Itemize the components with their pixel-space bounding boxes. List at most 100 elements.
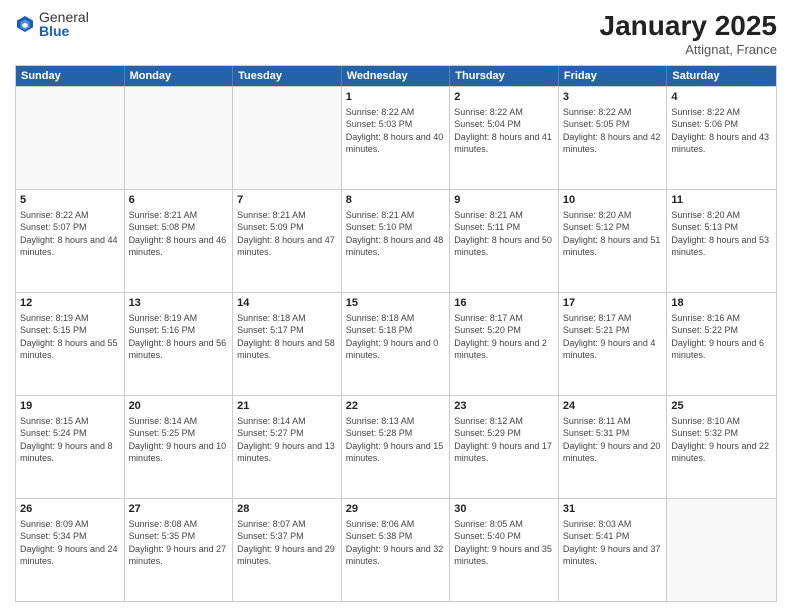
day-number: 16 [454,296,554,310]
day-number: 2 [454,90,554,104]
empty-cell-0-1 [125,87,234,189]
day-info: Sunrise: 8:21 AM Sunset: 5:10 PM Dayligh… [346,209,446,258]
logo-blue-text: Blue [39,24,89,38]
day-cell-8: 8Sunrise: 8:21 AM Sunset: 5:10 PM Daylig… [342,190,451,292]
weekday-friday: Friday [559,66,668,86]
day-info: Sunrise: 8:16 AM Sunset: 5:22 PM Dayligh… [671,312,772,361]
day-info: Sunrise: 8:06 AM Sunset: 5:38 PM Dayligh… [346,518,446,567]
weekday-wednesday: Wednesday [342,66,451,86]
day-number: 14 [237,296,337,310]
week-row-4: 26 Sunrise: 8:09 AM Sunset: 5:34 PM Dayli… [16,498,776,601]
weekday-saturday: Saturday [667,66,776,86]
day-number: 28 [237,502,337,516]
day-info: Sunrise: 8:10 AM Sunset: 5:32 PM Dayligh… [671,415,772,464]
day-cell-5: 5Sunrise: 8:22 AM Sunset: 5:07 PM Daylig… [16,190,125,292]
day-info: Sunrise: 8:21 AM Sunset: 5:09 PM Dayligh… [237,209,337,258]
day-cell-9: 9 Sunrise: 8:21 AM Sunset: 5:11 PM Daylig… [450,190,559,292]
day-info: Sunrise: 8:19 AM Sunset: 5:15 PM Dayligh… [20,312,120,361]
day-number: 6 [129,193,229,207]
day-number: 15 [346,296,446,310]
week-row-0: 1Sunrise: 8:22 AM Sunset: 5:03 PM Daylig… [16,86,776,189]
day-number: 20 [129,399,229,413]
weekday-thursday: Thursday [450,66,559,86]
day-number: 26 [20,502,120,516]
day-info: Sunrise: 8:03 AM Sunset: 5:41 PM Dayligh… [563,518,663,567]
day-cell-22: 22Sunrise: 8:13 AM Sunset: 5:28 PM Dayli… [342,396,451,498]
day-info: Sunrise: 8:09 AM Sunset: 5:34 PM Dayligh… [20,518,120,567]
day-cell-24: 24 Sunrise: 8:11 AM Sunset: 5:31 PM Dayli… [559,396,668,498]
day-info: Sunrise: 8:14 AM Sunset: 5:27 PM Dayligh… [237,415,337,464]
day-number: 17 [563,296,663,310]
day-number: 27 [129,502,229,516]
day-number: 24 [563,399,663,413]
weekday-sunday: Sunday [16,66,125,86]
day-info: Sunrise: 8:07 AM Sunset: 5:37 PM Dayligh… [237,518,337,567]
calendar-body: 1Sunrise: 8:22 AM Sunset: 5:03 PM Daylig… [16,86,776,601]
day-cell-15: 15Sunrise: 8:18 AM Sunset: 5:18 PM Dayli… [342,293,451,395]
day-cell-6: 6 Sunrise: 8:21 AM Sunset: 5:08 PM Daylig… [125,190,234,292]
logo-icon [15,14,35,34]
weekday-tuesday: Tuesday [233,66,342,86]
day-cell-10: 10 Sunrise: 8:20 AM Sunset: 5:12 PM Dayli… [559,190,668,292]
month-title: January 2025 [600,10,777,42]
day-info: Sunrise: 8:19 AM Sunset: 5:16 PM Dayligh… [129,312,229,361]
day-number: 21 [237,399,337,413]
day-cell-2: 2 Sunrise: 8:22 AM Sunset: 5:04 PM Daylig… [450,87,559,189]
day-cell-30: 30Sunrise: 8:05 AM Sunset: 5:40 PM Dayli… [450,499,559,601]
day-info: Sunrise: 8:20 AM Sunset: 5:13 PM Dayligh… [671,209,772,258]
week-row-1: 5Sunrise: 8:22 AM Sunset: 5:07 PM Daylig… [16,189,776,292]
day-number: 4 [671,90,772,104]
day-cell-11: 11Sunrise: 8:20 AM Sunset: 5:13 PM Dayli… [667,190,776,292]
header: General Blue January 2025 Attignat, Fran… [15,10,777,57]
week-row-2: 12 Sunrise: 8:19 AM Sunset: 5:15 PM Dayli… [16,292,776,395]
weekday-monday: Monday [125,66,234,86]
day-info: Sunrise: 8:21 AM Sunset: 5:08 PM Dayligh… [129,209,229,258]
day-info: Sunrise: 8:22 AM Sunset: 5:05 PM Dayligh… [563,106,663,155]
day-number: 12 [20,296,120,310]
day-cell-25: 25 Sunrise: 8:10 AM Sunset: 5:32 PM Dayli… [667,396,776,498]
day-number: 25 [671,399,772,413]
day-number: 9 [454,193,554,207]
day-info: Sunrise: 8:21 AM Sunset: 5:11 PM Dayligh… [454,209,554,258]
day-info: Sunrise: 8:11 AM Sunset: 5:31 PM Dayligh… [563,415,663,464]
logo: General Blue [15,10,89,38]
day-cell-16: 16 Sunrise: 8:17 AM Sunset: 5:20 PM Dayli… [450,293,559,395]
page: General Blue January 2025 Attignat, Fran… [0,0,792,612]
day-info: Sunrise: 8:22 AM Sunset: 5:04 PM Dayligh… [454,106,554,155]
day-cell-17: 17 Sunrise: 8:17 AM Sunset: 5:21 PM Dayli… [559,293,668,395]
day-cell-28: 28 Sunrise: 8:07 AM Sunset: 5:37 PM Dayli… [233,499,342,601]
day-cell-20: 20Sunrise: 8:14 AM Sunset: 5:25 PM Dayli… [125,396,234,498]
day-info: Sunrise: 8:18 AM Sunset: 5:17 PM Dayligh… [237,312,337,361]
day-cell-12: 12 Sunrise: 8:19 AM Sunset: 5:15 PM Dayli… [16,293,125,395]
day-cell-13: 13Sunrise: 8:19 AM Sunset: 5:16 PM Dayli… [125,293,234,395]
day-info: Sunrise: 8:15 AM Sunset: 5:24 PM Dayligh… [20,415,120,464]
location: Attignat, France [600,42,777,57]
day-number: 29 [346,502,446,516]
day-info: Sunrise: 8:22 AM Sunset: 5:06 PM Dayligh… [671,106,772,155]
week-row-3: 19 Sunrise: 8:15 AM Sunset: 5:24 PM Dayli… [16,395,776,498]
day-number: 10 [563,193,663,207]
day-number: 19 [20,399,120,413]
empty-cell-0-0 [16,87,125,189]
day-info: Sunrise: 8:13 AM Sunset: 5:28 PM Dayligh… [346,415,446,464]
calendar: Sunday Monday Tuesday Wednesday Thursday… [15,65,777,602]
day-number: 31 [563,502,663,516]
day-cell-19: 19 Sunrise: 8:15 AM Sunset: 5:24 PM Dayli… [16,396,125,498]
day-cell-27: 27Sunrise: 8:08 AM Sunset: 5:35 PM Dayli… [125,499,234,601]
day-info: Sunrise: 8:17 AM Sunset: 5:20 PM Dayligh… [454,312,554,361]
day-info: Sunrise: 8:22 AM Sunset: 5:07 PM Dayligh… [20,209,120,258]
logo-general-text: General [39,10,89,24]
day-cell-26: 26 Sunrise: 8:09 AM Sunset: 5:34 PM Dayli… [16,499,125,601]
calendar-header: Sunday Monday Tuesday Wednesday Thursday… [16,66,776,86]
logo-text: General Blue [39,10,89,38]
day-number: 18 [671,296,772,310]
empty-cell-4-6 [667,499,776,601]
day-cell-18: 18 Sunrise: 8:16 AM Sunset: 5:22 PM Dayli… [667,293,776,395]
day-info: Sunrise: 8:17 AM Sunset: 5:21 PM Dayligh… [563,312,663,361]
day-info: Sunrise: 8:20 AM Sunset: 5:12 PM Dayligh… [563,209,663,258]
day-cell-1: 1Sunrise: 8:22 AM Sunset: 5:03 PM Daylig… [342,87,451,189]
day-number: 7 [237,193,337,207]
day-info: Sunrise: 8:12 AM Sunset: 5:29 PM Dayligh… [454,415,554,464]
day-number: 1 [346,90,446,104]
day-number: 30 [454,502,554,516]
